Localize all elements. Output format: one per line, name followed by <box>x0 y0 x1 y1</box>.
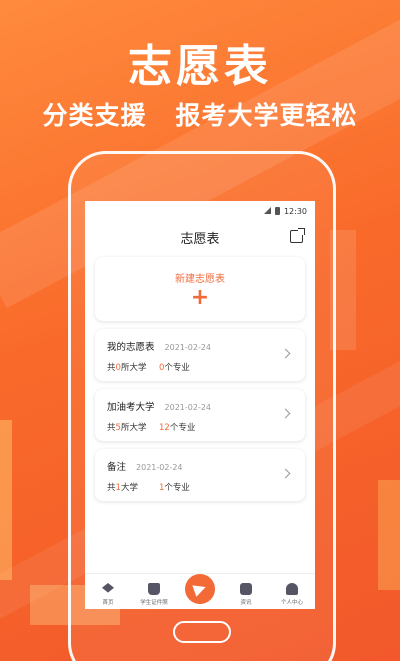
background-decoration <box>0 420 12 580</box>
tab-id-photo[interactable]: 学生证件照 <box>134 583 174 606</box>
list-date: 2021-02-24 <box>164 343 212 352</box>
center-action-button[interactable] <box>185 574 215 604</box>
signal-icon <box>263 207 271 215</box>
phone-home-button <box>173 621 231 643</box>
paper-plane-icon <box>192 581 208 597</box>
battery-icon <box>274 207 280 215</box>
new-list-label: 新建志愿表 <box>175 273 225 285</box>
share-icon[interactable] <box>290 228 305 243</box>
app-screen: 12:30 志愿表 新建志愿表 + 我的志愿表 2021-02-24 共0所大学… <box>85 201 315 609</box>
list-item[interactable]: 我的志愿表 2021-02-24 共0所大学 0个专业 <box>95 329 305 381</box>
status-bar: 12:30 <box>85 201 315 221</box>
tab-label: 学生证件照 <box>140 600 168 606</box>
hero-subtitle: 分类支援 报考大学更轻松 <box>42 101 358 130</box>
list-name: 我的志愿表 <box>107 342 155 353</box>
page-title: 志愿表 <box>180 231 220 247</box>
nav-bar: 志愿表 <box>85 221 315 253</box>
plus-icon: + <box>190 284 210 310</box>
tab-center-action[interactable] <box>180 574 220 606</box>
user-icon <box>286 583 298 595</box>
major-count: 1个专业 <box>159 483 190 493</box>
tab-profile[interactable]: 个人中心 <box>272 583 312 606</box>
background-decoration <box>378 480 400 590</box>
major-count: 12个专业 <box>159 423 196 433</box>
new-list-button[interactable]: 新建志愿表 + <box>95 257 305 321</box>
tab-label: 资讯 <box>240 600 252 606</box>
tab-home[interactable]: 首页 <box>88 583 128 606</box>
chat-icon <box>240 583 252 595</box>
hero-title: 志愿表 <box>128 41 272 92</box>
university-count: 共1大学 <box>107 483 138 493</box>
university-count: 共0所大学 <box>107 363 147 373</box>
list-name: 备注 <box>107 462 127 473</box>
tab-news[interactable]: 资讯 <box>226 583 266 606</box>
tab-label: 个人中心 <box>280 600 303 606</box>
university-count: 共5所大学 <box>107 423 147 433</box>
id-badge-icon <box>148 583 160 595</box>
tab-label: 首页 <box>102 600 114 606</box>
list-item[interactable]: 加油考大学 2021-02-24 共5所大学 12个专业 <box>95 389 305 441</box>
status-time: 12:30 <box>283 206 307 216</box>
list-date: 2021-02-24 <box>164 403 212 412</box>
list-name: 加油考大学 <box>107 402 155 413</box>
major-count: 0个专业 <box>159 363 190 373</box>
tab-bar: 首页 学生证件照 资讯 个人中心 <box>85 573 315 609</box>
list-date: 2021-02-24 <box>136 463 183 472</box>
graduation-cap-icon <box>102 583 114 593</box>
list-item[interactable]: 备注 2021-02-24 共1大学 1个专业 <box>95 449 305 501</box>
